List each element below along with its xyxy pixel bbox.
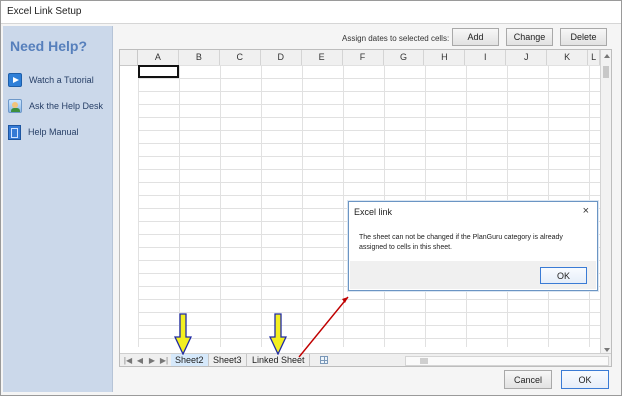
vertical-scrollbar[interactable]	[600, 50, 611, 356]
help-manual-link[interactable]: Help Manual	[8, 122, 108, 142]
column-header-g[interactable]: G	[384, 50, 425, 65]
scroll-up-icon[interactable]	[604, 54, 610, 58]
watch-tutorial-label: Watch a Tutorial	[29, 75, 94, 85]
play-video-icon	[8, 73, 22, 87]
change-button[interactable]: Change	[506, 28, 553, 46]
linked-sheet-highlight-arrow-icon	[269, 313, 287, 355]
cancel-button[interactable]: Cancel	[504, 370, 552, 389]
title-bar: Excel Link Setup	[1, 1, 621, 24]
tab-linked-sheet[interactable]: Linked Sheet	[248, 354, 310, 366]
column-header-e[interactable]: E	[302, 50, 343, 65]
manual-icon	[8, 124, 21, 140]
help-manual-label: Help Manual	[28, 127, 79, 137]
dialog-footer: OK	[350, 261, 596, 289]
vertical-scroll-thumb[interactable]	[603, 66, 609, 78]
column-header-c[interactable]: C	[220, 50, 261, 65]
corner-cell[interactable]	[120, 50, 138, 65]
scroll-down-icon[interactable]	[604, 348, 610, 352]
column-header-h[interactable]: H	[424, 50, 466, 65]
column-header-f[interactable]: F	[343, 50, 384, 65]
help-sidebar: Need Help? Watch a Tutorial Ask the Help…	[3, 26, 113, 392]
help-desk-icon	[8, 99, 22, 113]
tab-sheet3[interactable]: Sheet3	[209, 354, 247, 366]
ask-help-desk-link[interactable]: Ask the Help Desk	[8, 96, 108, 116]
previous-sheet-icon[interactable]: ◀	[135, 355, 145, 366]
dialog-message: The sheet can not be changed if the Plan…	[359, 234, 563, 251]
excel-link-setup-window: Excel Link Setup Need Help? Watch a Tuto…	[0, 0, 622, 396]
column-header-k[interactable]: K	[547, 50, 589, 65]
add-button[interactable]: Add	[452, 28, 499, 46]
insert-sheet-icon[interactable]	[320, 356, 328, 364]
delete-button[interactable]: Delete	[560, 28, 607, 46]
window-title: Excel Link Setup	[7, 6, 82, 17]
column-header-j[interactable]: J	[506, 50, 548, 65]
column-header-d[interactable]: D	[261, 50, 302, 65]
column-header-i[interactable]: I	[465, 50, 507, 65]
sheet-tab-bar: |◀ ◀ ▶ ▶| Sheet2 Sheet3 Linked Sheet	[120, 353, 611, 366]
dialog-ok-button[interactable]: OK	[540, 267, 587, 284]
excel-link-dialog: Excel link × The sheet can not be change…	[348, 201, 598, 291]
column-header-l[interactable]: L	[588, 50, 601, 65]
first-sheet-icon[interactable]: |◀	[123, 355, 133, 366]
last-sheet-icon[interactable]: ▶|	[159, 355, 169, 366]
column-header-row: A B C D E F G H I J K L	[120, 50, 601, 66]
horizontal-scroll-thumb[interactable]	[420, 358, 428, 364]
ask-help-desk-label: Ask the Help Desk	[29, 101, 104, 111]
watch-tutorial-link[interactable]: Watch a Tutorial	[8, 70, 108, 90]
sheet2-highlight-arrow-icon	[174, 313, 192, 355]
horizontal-scrollbar[interactable]	[405, 356, 609, 366]
dialog-title: Excel link	[354, 207, 393, 217]
selected-cell[interactable]	[138, 65, 179, 78]
assign-dates-label: Assign dates to selected cells:	[342, 34, 450, 43]
ok-button[interactable]: OK	[561, 370, 609, 389]
tab-sheet2[interactable]: Sheet2	[171, 354, 209, 366]
close-icon[interactable]: ×	[583, 204, 589, 218]
next-sheet-icon[interactable]: ▶	[147, 355, 157, 366]
need-help-title: Need Help?	[10, 38, 88, 54]
column-header-a[interactable]: A	[138, 50, 179, 65]
column-header-b[interactable]: B	[179, 50, 220, 65]
